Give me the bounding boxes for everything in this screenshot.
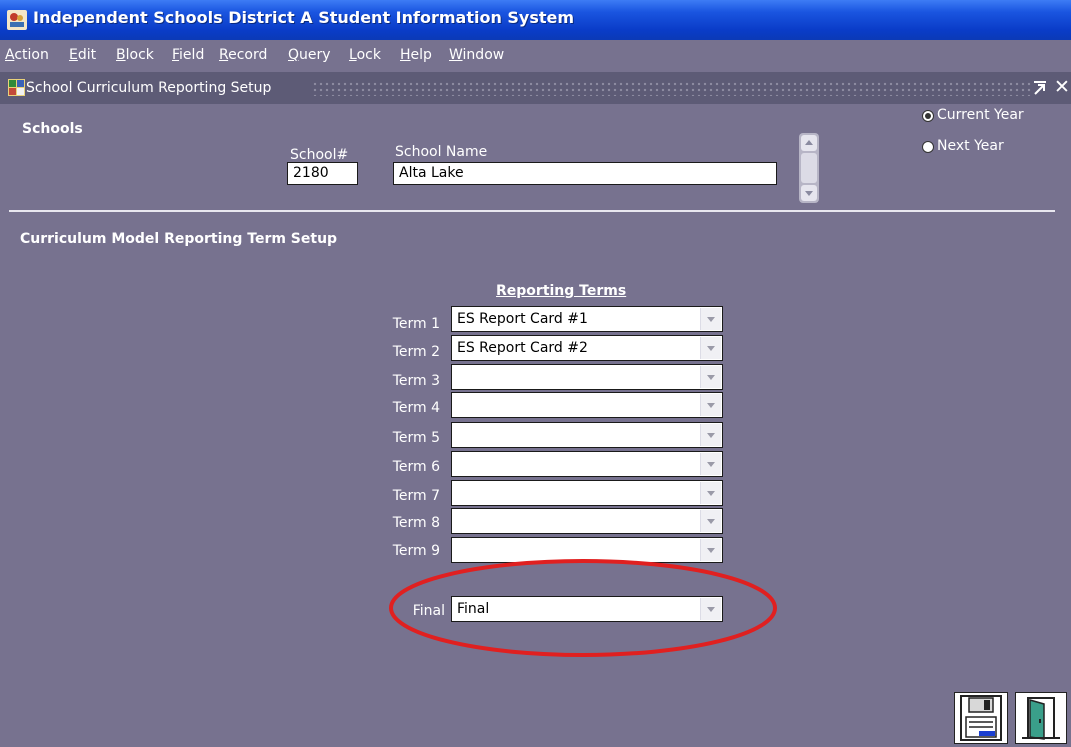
menu-bar xyxy=(0,40,1071,69)
current-year-radio[interactable] xyxy=(922,110,934,122)
chevron-up-icon xyxy=(805,140,813,145)
term-3-label: Term 3 xyxy=(392,373,440,389)
term-5-label: Term 5 xyxy=(392,430,440,446)
term-3-select[interactable] xyxy=(451,364,723,390)
app-title: Independent Schools District A Student I… xyxy=(33,8,575,27)
dropdown-arrow-icon[interactable] xyxy=(700,394,721,416)
dropdown-arrow-icon[interactable] xyxy=(700,308,721,330)
term-1-value: ES Report Card #1 xyxy=(457,311,588,327)
form-title: School Curriculum Reporting Setup xyxy=(26,80,272,96)
next-year-radio[interactable] xyxy=(922,141,934,153)
school-name-label: School Name xyxy=(395,144,488,160)
dropdown-arrow-icon[interactable] xyxy=(700,424,721,446)
exit-button[interactable] xyxy=(1015,692,1067,744)
school-name-field[interactable]: Alta Lake xyxy=(393,162,777,185)
scroll-up-button[interactable] xyxy=(801,135,817,151)
reporting-terms-header: Reporting Terms xyxy=(496,283,627,299)
school-number-label: School# xyxy=(290,147,349,163)
menu-field[interactable]: Field xyxy=(172,47,204,63)
schools-section-title: Schools xyxy=(22,121,83,137)
section-divider xyxy=(9,210,1055,212)
term-4-select[interactable] xyxy=(451,392,723,418)
school-number-field[interactable]: 2180 xyxy=(287,162,358,185)
restore-window-icon[interactable] xyxy=(1033,80,1047,96)
term-2-select[interactable]: ES Report Card #2 xyxy=(451,335,723,361)
menu-record[interactable]: Record xyxy=(219,47,267,63)
menu-window[interactable]: Window xyxy=(449,47,504,63)
form-window-icon xyxy=(8,79,25,96)
dropdown-arrow-icon[interactable] xyxy=(700,453,721,475)
term-6-select[interactable] xyxy=(451,451,723,477)
term-1-select[interactable]: ES Report Card #1 xyxy=(451,306,723,332)
menu-action[interactable]: Action xyxy=(5,47,49,63)
curriculum-section-title: Curriculum Model Reporting Term Setup xyxy=(20,231,338,247)
save-button[interactable] xyxy=(954,692,1008,744)
menu-edit[interactable]: Edit xyxy=(69,47,96,63)
term-2-label: Term 2 xyxy=(392,344,440,360)
term-8-select[interactable] xyxy=(451,508,723,534)
term-4-label: Term 4 xyxy=(392,400,440,416)
term-5-select[interactable] xyxy=(451,422,723,448)
term-7-select[interactable] xyxy=(451,480,723,506)
exit-door-icon xyxy=(1022,697,1060,740)
dropdown-arrow-icon[interactable] xyxy=(700,510,721,532)
scroll-down-button[interactable] xyxy=(801,185,817,201)
menu-query[interactable]: Query xyxy=(288,47,331,63)
chevron-down-icon xyxy=(805,191,813,196)
term-1-label: Term 1 xyxy=(392,316,440,332)
term-9-label: Term 9 xyxy=(392,543,440,559)
menu-lock[interactable]: Lock xyxy=(349,47,381,63)
current-year-label: Current Year xyxy=(937,107,1024,123)
highlight-ellipse xyxy=(389,559,777,657)
floppy-disk-icon xyxy=(960,695,1002,741)
app-logo-icon xyxy=(7,10,27,30)
close-window-icon[interactable]: ✕ xyxy=(1054,76,1070,98)
dropdown-arrow-icon[interactable] xyxy=(700,337,721,359)
term-8-label: Term 8 xyxy=(392,515,440,531)
term-6-label: Term 6 xyxy=(392,459,440,475)
next-year-label: Next Year xyxy=(937,138,1004,154)
title-bar-grip[interactable] xyxy=(312,81,1032,96)
term-7-label: Term 7 xyxy=(392,488,440,504)
menu-block[interactable]: Block xyxy=(116,47,154,63)
dropdown-arrow-icon[interactable] xyxy=(700,482,721,504)
term-2-value: ES Report Card #2 xyxy=(457,340,588,356)
dropdown-arrow-icon[interactable] xyxy=(700,366,721,388)
menu-help[interactable]: Help xyxy=(400,47,432,63)
scroll-thumb[interactable] xyxy=(801,153,817,183)
records-scrollbar[interactable] xyxy=(799,133,819,203)
